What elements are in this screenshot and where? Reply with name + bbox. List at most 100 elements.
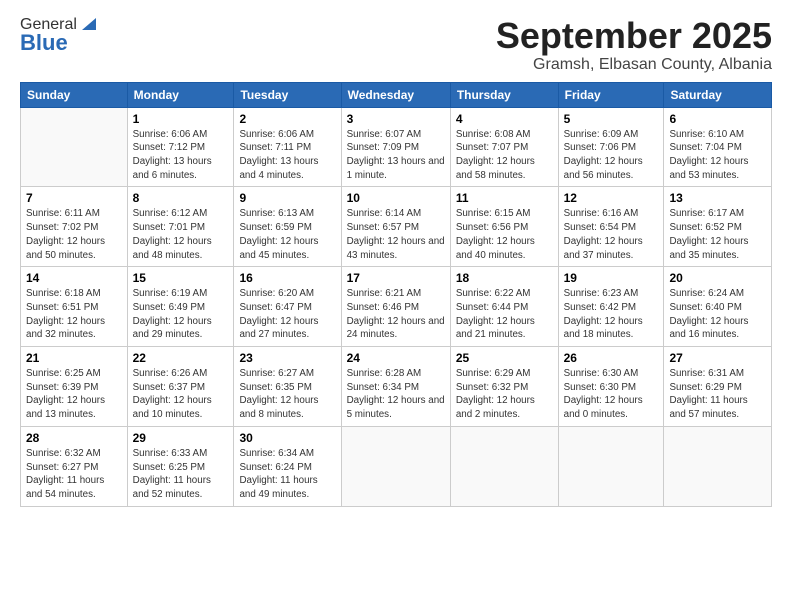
day-info: Sunrise: 6:06 AMSunset: 7:11 PMDaylight:… xyxy=(239,128,335,183)
day-cell: 10 Sunrise: 6:14 AMSunset: 6:57 PMDayligh… xyxy=(341,187,450,267)
day-cell: 27Sunrise: 6:31 AMSunset: 6:29 PMDayligh… xyxy=(664,347,772,427)
day-number: 28 xyxy=(26,431,122,445)
day-cell: 20 Sunrise: 6:24 AMSunset: 6:40 PMDayligh… xyxy=(664,267,772,347)
calendar-table: Sunday Monday Tuesday Wednesday Thursday… xyxy=(20,82,772,507)
day-number: 27 xyxy=(669,351,766,365)
day-cell: 2 Sunrise: 6:06 AMSunset: 7:11 PMDaylight… xyxy=(234,107,341,187)
day-info: Sunrise: 6:26 AMSunset: 6:37 PMDaylight:… xyxy=(133,367,229,422)
day-number: 18 xyxy=(456,271,553,285)
day-info: Sunrise: 6:23 AMSunset: 6:42 PMDaylight:… xyxy=(564,287,659,342)
day-cell: 12 Sunrise: 6:16 AMSunset: 6:54 PMDayligh… xyxy=(558,187,664,267)
day-cell: 14Sunrise: 6:18 AMSunset: 6:51 PMDayligh… xyxy=(21,267,128,347)
day-cell xyxy=(664,426,772,506)
header-wednesday: Wednesday xyxy=(341,82,450,107)
day-cell xyxy=(450,426,558,506)
day-cell xyxy=(558,426,664,506)
day-number: 10 xyxy=(347,191,445,205)
header-tuesday: Tuesday xyxy=(234,82,341,107)
day-number: 3 xyxy=(347,112,445,126)
day-cell: 24Sunrise: 6:28 AMSunset: 6:34 PMDayligh… xyxy=(341,347,450,427)
day-info: Sunrise: 6:12 AMSunset: 7:01 PMDaylight:… xyxy=(133,207,229,262)
day-cell: 1 Sunrise: 6:06 AMSunset: 7:12 PMDaylight… xyxy=(127,107,234,187)
day-info: Sunrise: 6:06 AMSunset: 7:12 PMDaylight:… xyxy=(133,128,229,183)
day-cell: 7 Sunrise: 6:11 AMSunset: 7:02 PMDaylight… xyxy=(21,187,128,267)
day-cell: 9Sunrise: 6:13 AMSunset: 6:59 PMDaylight… xyxy=(234,187,341,267)
header: General Blue September 2025 Gramsh, Elba… xyxy=(20,16,772,74)
day-cell: 18 Sunrise: 6:22 AMSunset: 6:44 PMDayligh… xyxy=(450,267,558,347)
day-number: 6 xyxy=(669,112,766,126)
day-info: Sunrise: 6:28 AMSunset: 6:34 PMDaylight:… xyxy=(347,367,445,422)
day-cell: 25 Sunrise: 6:29 AMSunset: 6:32 PMDayligh… xyxy=(450,347,558,427)
day-cell: 28Sunrise: 6:32 AMSunset: 6:27 PMDayligh… xyxy=(21,426,128,506)
header-monday: Monday xyxy=(127,82,234,107)
week-row-1: 1 Sunrise: 6:06 AMSunset: 7:12 PMDaylight… xyxy=(21,107,772,187)
day-cell: 8 Sunrise: 6:12 AMSunset: 7:01 PMDaylight… xyxy=(127,187,234,267)
day-number: 30 xyxy=(239,431,335,445)
day-number: 1 xyxy=(133,112,229,126)
day-info: Sunrise: 6:08 AMSunset: 7:07 PMDaylight:… xyxy=(456,128,553,183)
header-sunday: Sunday xyxy=(21,82,128,107)
day-info: Sunrise: 6:34 AMSunset: 6:24 PMDaylight:… xyxy=(239,447,335,502)
month-title: September 2025 xyxy=(496,16,772,56)
day-info: Sunrise: 6:21 AMSunset: 6:46 PMDaylight:… xyxy=(347,287,445,342)
day-number: 15 xyxy=(133,271,229,285)
header-friday: Friday xyxy=(558,82,664,107)
day-info: Sunrise: 6:24 AMSunset: 6:40 PMDaylight:… xyxy=(669,287,766,342)
day-number: 22 xyxy=(133,351,229,365)
day-info: Sunrise: 6:16 AMSunset: 6:54 PMDaylight:… xyxy=(564,207,659,262)
logo-icon xyxy=(78,14,96,32)
day-cell: 11 Sunrise: 6:15 AMSunset: 6:56 PMDayligh… xyxy=(450,187,558,267)
day-info: Sunrise: 6:07 AMSunset: 7:09 PMDaylight:… xyxy=(347,128,445,183)
day-number: 17 xyxy=(347,271,445,285)
day-number: 25 xyxy=(456,351,553,365)
day-cell: 19 Sunrise: 6:23 AMSunset: 6:42 PMDayligh… xyxy=(558,267,664,347)
day-number: 16 xyxy=(239,271,335,285)
day-number: 7 xyxy=(26,191,122,205)
day-info: Sunrise: 6:18 AMSunset: 6:51 PMDaylight:… xyxy=(26,287,122,342)
day-cell: 23Sunrise: 6:27 AMSunset: 6:35 PMDayligh… xyxy=(234,347,341,427)
week-row-3: 14Sunrise: 6:18 AMSunset: 6:51 PMDayligh… xyxy=(21,267,772,347)
location-title: Gramsh, Elbasan County, Albania xyxy=(496,56,772,74)
day-number: 8 xyxy=(133,191,229,205)
day-cell xyxy=(21,107,128,187)
day-cell: 22 Sunrise: 6:26 AMSunset: 6:37 PMDayligh… xyxy=(127,347,234,427)
logo: General Blue xyxy=(20,16,96,56)
day-cell: 17 Sunrise: 6:21 AMSunset: 6:46 PMDayligh… xyxy=(341,267,450,347)
day-cell: 16Sunrise: 6:20 AMSunset: 6:47 PMDayligh… xyxy=(234,267,341,347)
day-info: Sunrise: 6:11 AMSunset: 7:02 PMDaylight:… xyxy=(26,207,122,262)
day-number: 20 xyxy=(669,271,766,285)
day-number: 5 xyxy=(564,112,659,126)
day-cell: 29Sunrise: 6:33 AMSunset: 6:25 PMDayligh… xyxy=(127,426,234,506)
week-row-5: 28Sunrise: 6:32 AMSunset: 6:27 PMDayligh… xyxy=(21,426,772,506)
header-thursday: Thursday xyxy=(450,82,558,107)
day-cell: 3 Sunrise: 6:07 AMSunset: 7:09 PMDaylight… xyxy=(341,107,450,187)
day-number: 13 xyxy=(669,191,766,205)
calendar-page: General Blue September 2025 Gramsh, Elba… xyxy=(0,0,792,517)
day-number: 26 xyxy=(564,351,659,365)
day-cell: 4 Sunrise: 6:08 AMSunset: 7:07 PMDaylight… xyxy=(450,107,558,187)
logo-blue-text: Blue xyxy=(20,30,68,56)
day-info: Sunrise: 6:30 AMSunset: 6:30 PMDaylight:… xyxy=(564,367,659,422)
day-info: Sunrise: 6:17 AMSunset: 6:52 PMDaylight:… xyxy=(669,207,766,262)
day-info: Sunrise: 6:19 AMSunset: 6:49 PMDaylight:… xyxy=(133,287,229,342)
day-info: Sunrise: 6:29 AMSunset: 6:32 PMDaylight:… xyxy=(456,367,553,422)
day-cell: 5Sunrise: 6:09 AMSunset: 7:06 PMDaylight… xyxy=(558,107,664,187)
title-section: September 2025 Gramsh, Elbasan County, A… xyxy=(496,16,772,74)
day-number: 21 xyxy=(26,351,122,365)
day-number: 12 xyxy=(564,191,659,205)
day-info: Sunrise: 6:22 AMSunset: 6:44 PMDaylight:… xyxy=(456,287,553,342)
day-number: 2 xyxy=(239,112,335,126)
day-number: 11 xyxy=(456,191,553,205)
day-cell xyxy=(341,426,450,506)
day-info: Sunrise: 6:33 AMSunset: 6:25 PMDaylight:… xyxy=(133,447,229,502)
day-cell: 30 Sunrise: 6:34 AMSunset: 6:24 PMDayligh… xyxy=(234,426,341,506)
day-cell: 6 Sunrise: 6:10 AMSunset: 7:04 PMDaylight… xyxy=(664,107,772,187)
day-info: Sunrise: 6:25 AMSunset: 6:39 PMDaylight:… xyxy=(26,367,122,422)
day-number: 23 xyxy=(239,351,335,365)
day-cell: 15 Sunrise: 6:19 AMSunset: 6:49 PMDayligh… xyxy=(127,267,234,347)
day-info: Sunrise: 6:15 AMSunset: 6:56 PMDaylight:… xyxy=(456,207,553,262)
day-info: Sunrise: 6:10 AMSunset: 7:04 PMDaylight:… xyxy=(669,128,766,183)
day-info: Sunrise: 6:14 AMSunset: 6:57 PMDaylight:… xyxy=(347,207,445,262)
day-number: 19 xyxy=(564,271,659,285)
day-number: 4 xyxy=(456,112,553,126)
